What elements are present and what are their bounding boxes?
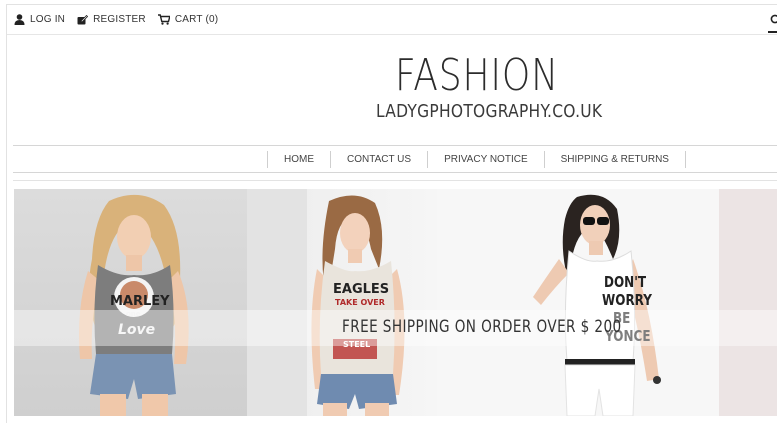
edit-icon xyxy=(77,14,89,24)
account-links: LOG IN REGISTER CART (0) xyxy=(14,14,230,25)
login-link[interactable]: LOG IN xyxy=(14,14,65,25)
banner-image-1: MARLEY one Love xyxy=(14,189,247,416)
nav-item-privacy-notice[interactable]: PRIVACY NOTICE xyxy=(427,151,544,168)
model-illustration-3 xyxy=(533,194,661,416)
login-label: LOG IN xyxy=(30,14,66,25)
register-link[interactable]: REGISTER xyxy=(77,14,146,25)
hero-banner[interactable]: MARLEY one Love EAGLES TAKE OVER STEEL D… xyxy=(14,189,777,416)
promo-overlay: FREE SHIPPING ON ORDER OVER $ 200 xyxy=(14,310,777,346)
top-bar: LOG IN REGISTER CART (0) xyxy=(7,5,777,35)
user-icon xyxy=(14,14,25,25)
nav-item-contact-us[interactable]: CONTACT US xyxy=(330,151,427,168)
shirt-text-2a: EAGLES xyxy=(333,282,390,297)
page: LOG IN REGISTER CART (0) FASHION LADYGPH… xyxy=(6,4,777,423)
logo-title: FASHION xyxy=(395,50,559,101)
banner-image-4 xyxy=(719,189,777,416)
main-nav: HOME CONTACT US PRIVACY NOTICE SHIPPING … xyxy=(13,145,777,173)
shirt-text-3a: DON'T xyxy=(604,273,647,291)
banner-image-3: DON'T WORRY BE YONCE xyxy=(437,189,719,416)
search-icon xyxy=(770,14,777,24)
nav-item-home[interactable]: HOME xyxy=(267,151,330,168)
cart-link[interactable]: CART (0) xyxy=(157,14,219,25)
nav-item-shipping-returns[interactable]: SHIPPING & RETURNS xyxy=(543,151,686,168)
banner-image-2: EAGLES TAKE OVER STEEL xyxy=(247,189,437,416)
cart-label: CART (0) xyxy=(174,14,219,25)
shirt-text-3b: WORRY xyxy=(602,291,652,309)
promo-text: FREE SHIPPING ON ORDER OVER $ 200 xyxy=(342,317,622,337)
shirt-text-2b: TAKE OVER xyxy=(335,298,385,307)
logo-subtitle: LADYGPHOTOGRAPHY.CO.UK xyxy=(376,101,603,122)
shirt-text-1a: MARLEY xyxy=(110,294,170,309)
divider xyxy=(13,180,777,181)
search-button[interactable] xyxy=(768,11,777,33)
cart-icon xyxy=(157,14,170,25)
register-label: REGISTER xyxy=(93,14,146,25)
